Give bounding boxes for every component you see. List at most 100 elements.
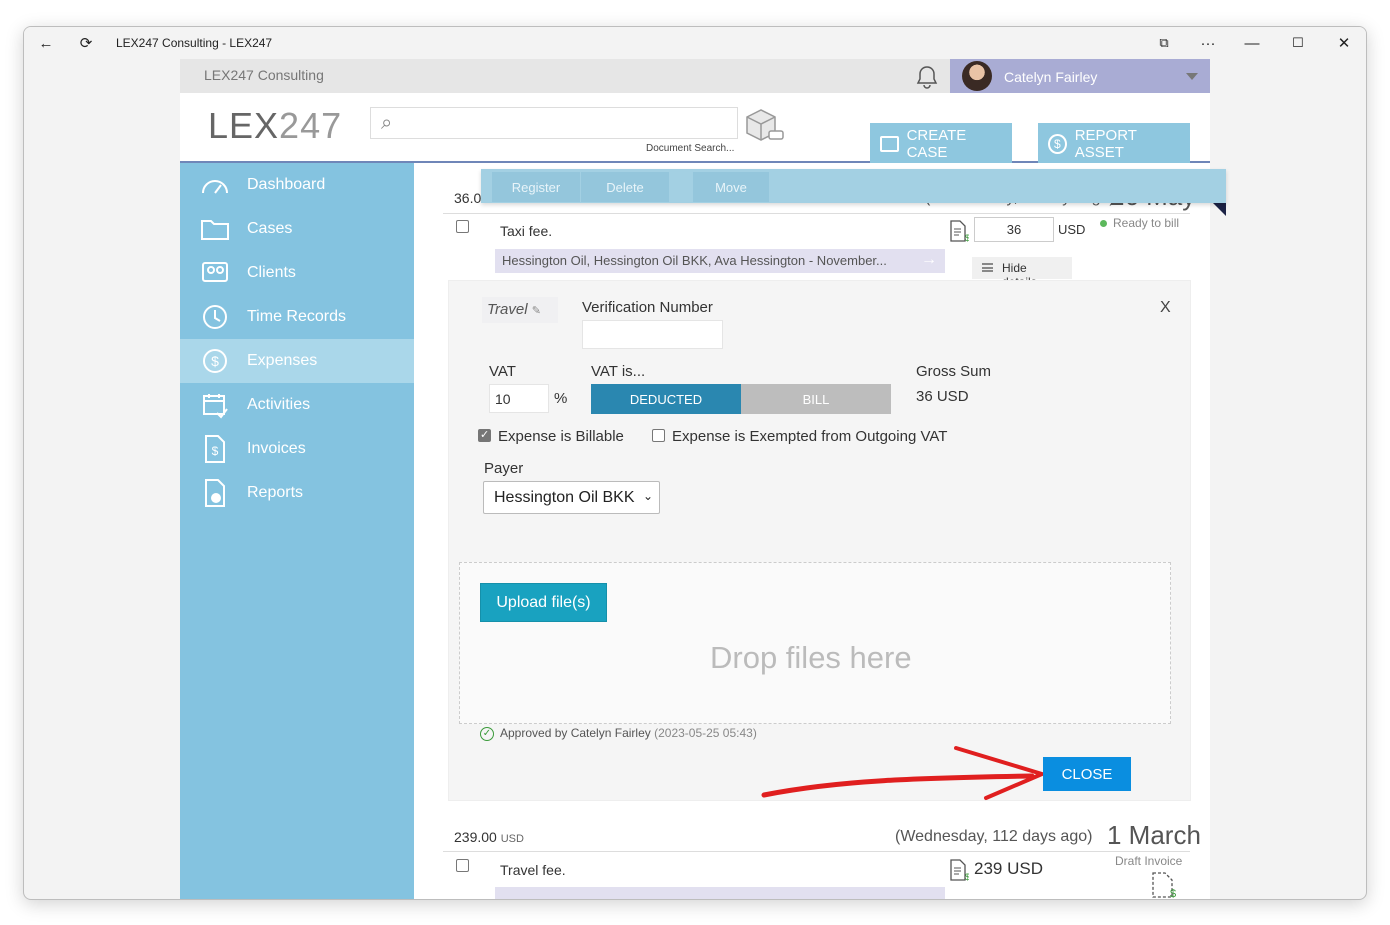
expense2-amount-label: 239 USD	[974, 859, 1043, 878]
search-input[interactable]: ⌕	[370, 107, 738, 139]
user-menu[interactable]: Catelyn Fairley	[950, 59, 1210, 93]
payer-label: Payer	[484, 460, 524, 477]
sidebar-item-label: Activities	[247, 396, 311, 413]
vat-field[interactable]: 10	[489, 384, 549, 413]
deducted-button[interactable]: DEDUCTED	[591, 384, 741, 414]
close-label: CLOSE	[1061, 765, 1113, 783]
status-text: Ready to bill	[1113, 216, 1180, 230]
folder-icon	[200, 214, 230, 244]
expense2-amount: 239.00 USD	[454, 829, 524, 845]
avatar	[962, 61, 992, 91]
title-bar: ← ⟳ LEX247 Consulting - LEX247 ⧉ ··· — ☐…	[24, 27, 1366, 59]
logo[interactable]: LEX247	[208, 105, 342, 147]
payer-select[interactable]: Hessington Oil BKK ⌄	[483, 481, 660, 514]
package-icon[interactable]	[743, 107, 784, 141]
sidebar-item-label: Cases	[247, 220, 293, 237]
sidebar-item-invoices[interactable]: $ Invoices	[180, 427, 414, 471]
percent-label: %	[554, 390, 568, 407]
clock-icon	[200, 302, 230, 332]
delete-button[interactable]: Delete	[581, 172, 669, 202]
window-title: LEX247 Consulting - LEX247	[116, 36, 273, 50]
dollar-circle-icon: $	[1048, 134, 1067, 154]
move-button[interactable]: Move	[693, 172, 769, 202]
vat-label: VAT	[489, 363, 516, 380]
drop-files-text: Drop files here	[710, 640, 912, 675]
move-label: Move	[715, 179, 747, 195]
approved-by-text: Approved by Catelyn Fairley	[500, 726, 651, 740]
sidebar-item-label: Invoices	[247, 440, 306, 457]
minimize-button[interactable]: —	[1232, 27, 1272, 59]
top-bar: LEX247 Consulting Catelyn Fairley	[180, 59, 1210, 93]
svg-text:$: $	[965, 872, 969, 881]
case-link-text: Hessington Oil, Hessington Oil BKK, Ava …	[502, 253, 887, 268]
search-caption: Document Search...	[646, 143, 735, 154]
document-dollar-icon[interactable]: $	[949, 220, 970, 247]
refresh-icon[interactable]: ⟳	[66, 27, 106, 59]
check-circle-icon: ✓	[480, 726, 494, 741]
verification-field[interactable]	[582, 320, 723, 349]
hide-details-button[interactable]: Hide details	[972, 257, 1072, 289]
svg-text:$: $	[1170, 888, 1176, 898]
annotation-arrow	[761, 746, 1044, 800]
case-link[interactable]: Hessington Oil, Hessington Oil BKK, Ava …	[495, 249, 945, 273]
document-dollar-icon[interactable]: $	[949, 859, 970, 886]
category-tag[interactable]: Travel ✎	[482, 297, 558, 323]
more-icon[interactable]: ···	[1188, 27, 1228, 59]
create-case-button[interactable]: CREATE CASE	[870, 123, 1012, 165]
menu-icon	[982, 263, 993, 272]
register-label: Register	[511, 179, 561, 195]
svg-text:$: $	[965, 233, 969, 242]
billable-label: Expense is Billable	[498, 428, 624, 445]
bell-icon[interactable]	[916, 65, 938, 94]
bill-button[interactable]: BILL	[741, 384, 891, 414]
bill-label: BILL	[802, 391, 830, 407]
exempted-checkbox[interactable]	[652, 429, 665, 442]
sidebar-item-reports[interactable]: Reports	[180, 471, 414, 515]
expense2-currency: USD	[500, 833, 524, 845]
select-checkbox[interactable]	[456, 859, 469, 872]
invoice-icon[interactable]: $	[1150, 872, 1176, 903]
sidebar-item-time-records[interactable]: Time Records	[180, 295, 414, 339]
select-checkbox[interactable]	[456, 220, 469, 233]
back-icon[interactable]: ←	[26, 27, 66, 59]
cast-icon[interactable]: ⧉	[1144, 27, 1184, 59]
svg-text:$: $	[212, 444, 219, 458]
sidebar-item-expenses[interactable]: $ Expenses	[180, 339, 414, 383]
approval-note: ✓ Approved by Catelyn Fairley (2023-05-25…	[480, 726, 757, 741]
vat-is-label: VAT is...	[591, 363, 646, 380]
sidebar-item-clients[interactable]: Clients	[180, 251, 414, 295]
folder-icon	[880, 136, 899, 152]
dollar-icon: $	[200, 346, 230, 376]
close-button[interactable]: CLOSE	[1043, 757, 1131, 791]
upload-label: Upload file(s)	[496, 593, 591, 611]
sidebar-item-label: Clients	[247, 264, 296, 281]
billable-checkbox[interactable]	[478, 428, 491, 442]
user-name: Catelyn Fairley	[1004, 69, 1098, 85]
sidebar-item-dashboard[interactable]: Dashboard	[180, 163, 414, 207]
expense2-date: (Wednesday, 112 days ago)	[895, 828, 1093, 845]
status-dot	[1100, 220, 1107, 227]
sidebar: Dashboard Cases Clients Time Records $ E…	[180, 163, 414, 899]
upload-files-button[interactable]: Upload file(s)	[480, 583, 607, 622]
close-window-button[interactable]: ✕	[1324, 27, 1364, 59]
payer-value: Hessington Oil BKK	[494, 489, 635, 506]
logo-number: 247	[279, 105, 343, 146]
sidebar-item-label: Reports	[247, 484, 304, 501]
action-bar: Register Delete Move	[481, 169, 1226, 203]
close-details-button[interactable]: X	[1160, 299, 1171, 317]
report-asset-button[interactable]: $ REPORT ASSET	[1038, 123, 1190, 165]
expense2-amount-value: 239.00	[454, 829, 497, 845]
register-button[interactable]: Register	[492, 172, 580, 202]
create-case-label: CREATE CASE	[906, 127, 967, 161]
maximize-button[interactable]: ☐	[1278, 27, 1318, 59]
logo-text: LEX	[208, 105, 280, 146]
deducted-label: DEDUCTED	[629, 391, 703, 407]
sidebar-item-activities[interactable]: Activities	[180, 383, 414, 427]
amount-input[interactable]: 36	[974, 217, 1054, 242]
chevron-down-icon: ⌄	[642, 489, 653, 503]
amount-currency: USD	[1058, 222, 1086, 237]
arrow-right-icon: →	[921, 251, 937, 268]
sidebar-item-cases[interactable]: Cases	[180, 207, 414, 251]
case-link[interactable]	[495, 887, 945, 899]
gross-sum-value: 36 USD	[916, 388, 969, 405]
